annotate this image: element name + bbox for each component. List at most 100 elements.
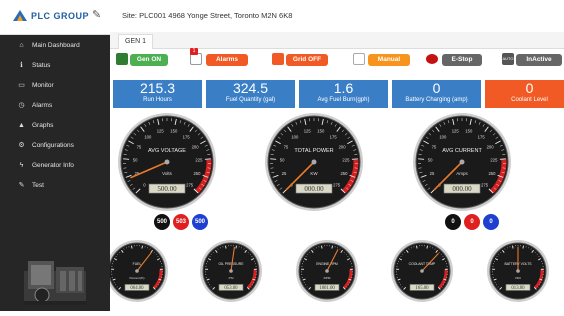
gear-icon: ⚙ (17, 141, 26, 149)
gauge-readout: 053.00 (224, 286, 238, 291)
grid-off-button[interactable]: Grid OFF (286, 54, 328, 66)
generator-image (22, 257, 88, 307)
phase-badge: 0 (464, 214, 480, 230)
auto-icon: AUTO (502, 53, 514, 65)
tab-gen-1[interactable]: GEN 1 (118, 34, 153, 49)
inactive-button[interactable]: InActive (516, 54, 562, 66)
gauge-title: AVG VOLTAGE (148, 148, 186, 154)
gauge-unit: Percent(%) (129, 276, 144, 280)
gauge-tick-label: 50 (280, 158, 285, 163)
phase-badge: 500 (192, 214, 208, 230)
sidebar-item-main-dashboard[interactable]: ⌂Main Dashboard (0, 35, 110, 55)
sidebar-item-test[interactable]: ✎Test (0, 175, 110, 195)
sidebar-item-graphs[interactable]: ▲Graphs (0, 115, 110, 135)
gauge-readout: 013.80 (511, 286, 525, 291)
gauge-tick-label: 225 (195, 158, 203, 163)
grid-tower-icon (272, 53, 284, 65)
home-icon: ⌂ (17, 42, 26, 49)
gauge-unit: Volts (162, 171, 173, 176)
gauge: COOLANT TEMP165.00 (391, 240, 453, 302)
gauge-tick-label: 125 (157, 129, 165, 134)
site-header: Site: PLC001 4968 Yonge Street, Toronto … (110, 0, 564, 33)
gauge-tick-label: 250 (488, 171, 496, 176)
gauge-tick-label: 75 (137, 145, 142, 150)
monitor-icon: ▭ (17, 81, 26, 89)
gauge-hub (312, 160, 317, 165)
sidebar-item-generator-info[interactable]: ϟGenerator Info (0, 155, 110, 175)
metric-label: Battery Charging (amp) (392, 96, 481, 104)
gauge-tick-label: 100 (291, 134, 299, 139)
info-icon: ℹ (17, 61, 26, 69)
gauge-hub (516, 269, 520, 273)
sidebar-item-label: Status (32, 62, 50, 69)
gauge-unit: RPM (324, 276, 331, 280)
gauge-tick (142, 246, 143, 249)
site-info: Site: PLC001 4968 Yonge Street, Toronto … (122, 11, 292, 20)
gauge-readout: 500.00 (157, 185, 177, 193)
phase-badge: 500 (154, 214, 170, 230)
gauge-readout: 000.00 (452, 185, 472, 193)
brand-header: PLC GROUP ✎ (0, 0, 110, 35)
gauge-tick (427, 246, 428, 249)
gauge-unit: VDC (515, 276, 522, 280)
gauge-title: COOLANT TEMP (409, 262, 436, 266)
gauge-tick-label: 150 (465, 129, 473, 134)
gauge-hub (135, 269, 139, 273)
gauge-tick-label: 50 (428, 158, 433, 163)
gauges-canvas: 0 25 50 75 100 125 150 175 200 225 250 275 AVG VOLTA… (110, 112, 564, 311)
sidebar-item-label: Monitor (32, 82, 54, 89)
gauge-tick-label: 200 (339, 145, 347, 150)
sidebar-item-alarms[interactable]: ◷Alarms (0, 95, 110, 115)
gauge-tick-label: 200 (192, 145, 200, 150)
gauge-hub (325, 269, 329, 273)
gauge-tick-label: 125 (452, 129, 460, 134)
manual-button[interactable]: Manual (368, 54, 410, 66)
gauge-tick-label: 50 (133, 158, 138, 163)
gauge-tick (321, 246, 322, 249)
metric-value: 1.6 (299, 81, 388, 96)
gauge: BATTERY VOLTSVDC013.80 (487, 240, 549, 302)
e-stop-button[interactable]: E-Stop (442, 54, 482, 66)
sidebar-item-label: Configurations (32, 142, 74, 149)
metric-value: 0 (485, 81, 564, 96)
phase-badge: 503 (173, 214, 189, 230)
alarms-button[interactable]: Alarms (206, 54, 248, 66)
gauge-tick-label: 25 (430, 171, 435, 176)
sidebar-item-status[interactable]: ℹ Status (0, 55, 110, 75)
gauge-tick-label: 275 (186, 183, 194, 188)
metric-label: Fuel Quantity (gal) (206, 96, 295, 104)
metric-tile: 0Coolant Level (485, 80, 564, 108)
gauge-hub (460, 160, 465, 165)
gauge-unit: KW (310, 171, 318, 176)
gauge-tick (236, 246, 237, 249)
gauge: 0255075100125150175200225250275TOTAL POW… (265, 113, 363, 211)
sidebar: PLC GROUP ✎ ⌂Main Dashboard ℹ Status ▭ Monit… (0, 0, 110, 311)
metric-value: 0 (392, 81, 481, 96)
metric-value: 324.5 (206, 81, 295, 96)
gauge-title: FUEL (133, 262, 142, 266)
gauge-tick-label: 175 (330, 134, 338, 139)
gauge-tick (225, 246, 226, 249)
gauge-tick (523, 246, 524, 249)
gauge-title: ENGINE RPM (316, 262, 338, 266)
gauge-tick-label: 225 (342, 158, 350, 163)
sidebar-item-label: Test (32, 182, 44, 189)
gauge-tick (512, 246, 513, 249)
sidebar-item-monitor[interactable]: ▭ Monitor (0, 75, 110, 95)
pin-sidebar-icon[interactable]: ✎ (92, 8, 101, 21)
generator-icon (116, 53, 128, 65)
alarm-clock-icon: ◷ (17, 101, 26, 109)
gauge-hub (420, 269, 424, 273)
sidebar-nav: ⌂Main Dashboard ℹ Status ▭ Monitor ◷Alarms▲Gr… (0, 35, 110, 195)
sidebar-item-label: Graphs (32, 122, 53, 129)
metric-value: 215.3 (113, 81, 202, 96)
sidebar-item-configurations[interactable]: ⚙ Configurations (0, 135, 110, 155)
gauge-hub (165, 160, 170, 165)
gauge-title: AVG CURRENT (442, 148, 482, 154)
metrics-row: 215.3Run Hours324.5Fuel Quantity (gal)1.… (110, 80, 564, 108)
gauge-tick-label: 275 (481, 183, 489, 188)
gauge: 0255075100125150175200225250275AVG CURRE… (413, 113, 511, 211)
gen-on-button[interactable]: Gen ON (130, 54, 168, 66)
gauge-unit: Amps (456, 171, 468, 176)
gauge-unit: PSI (229, 276, 234, 280)
